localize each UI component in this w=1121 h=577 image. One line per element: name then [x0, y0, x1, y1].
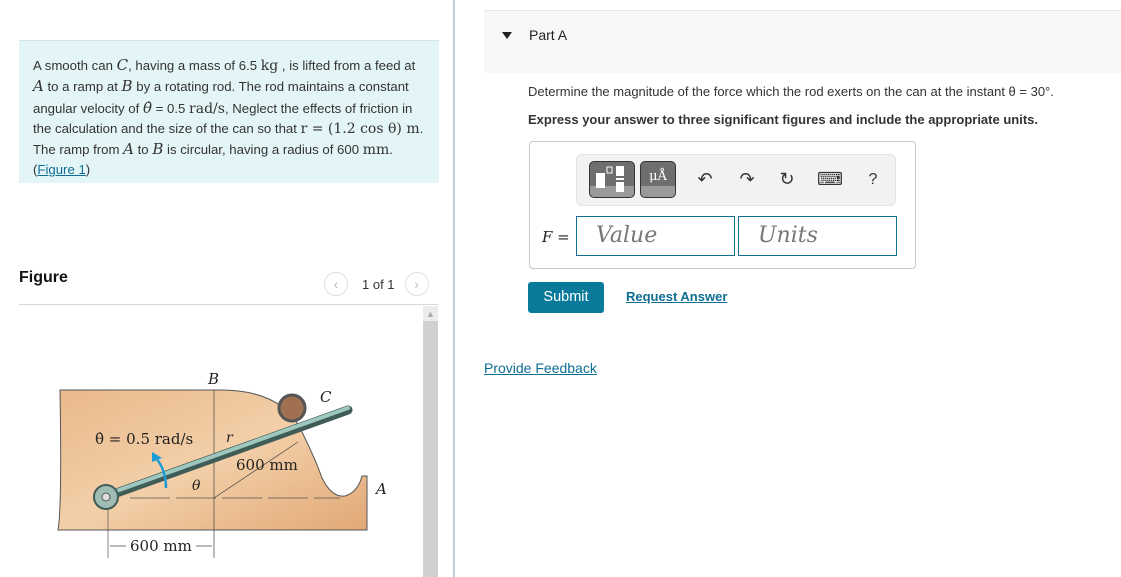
figure-pager: ‹ 1 of 1 › [324, 271, 429, 297]
can [277, 393, 307, 423]
part-a-header[interactable]: Part A [484, 10, 1121, 73]
collapse-caret-icon[interactable] [502, 32, 512, 39]
value-input[interactable]: Value [576, 216, 735, 256]
figure-page-indicator: 1 of 1 [362, 276, 395, 292]
figure-divider [19, 304, 438, 305]
label-a: A [374, 480, 387, 498]
figure-link[interactable]: Figure 1 [37, 162, 85, 177]
label-angular-velocity: θ̇ = 0.5 rad/s [95, 430, 193, 448]
label-theta: θ [192, 478, 201, 494]
label-base: 600 mm [130, 537, 192, 555]
figure-image: B C A θ̇ = 0.5 rad/s r θ 600 mm 600 mm [57, 370, 387, 558]
instruction-text: Express your answer to three significant… [528, 112, 1038, 127]
units-button[interactable]: μÅ [640, 161, 676, 198]
variable-label: F = [542, 228, 570, 246]
templates-icon [596, 166, 624, 192]
answer-toolbar: μÅ ↶ ↷ ↻ ⌨ ? [576, 154, 896, 206]
submit-button[interactable]: Submit [528, 282, 604, 313]
problem-statement: A smooth can C, having a mass of 6.5 kg … [19, 40, 439, 183]
problem-panel: A smooth can C, having a mass of 6.5 kg … [0, 0, 453, 577]
part-a-label: Part A [529, 27, 568, 43]
chevron-left-icon: ‹ [333, 276, 339, 292]
label-b: B [207, 370, 219, 388]
provide-feedback-link[interactable]: Provide Feedback [484, 360, 597, 376]
pivot-pin [101, 492, 111, 502]
figure-scrollbar[interactable]: ▲ [423, 306, 438, 577]
units-input[interactable]: Units [738, 216, 897, 256]
figure-title: Figure [19, 269, 68, 286]
label-c: C [320, 388, 332, 406]
redo-icon[interactable]: ↷ [735, 169, 759, 190]
request-answer-link[interactable]: Request Answer [626, 289, 727, 304]
prev-figure-button[interactable]: ‹ [324, 272, 348, 296]
help-icon[interactable]: ? [861, 171, 885, 189]
keyboard-icon[interactable]: ⌨ [817, 169, 843, 190]
undo-icon[interactable]: ↶ [693, 169, 717, 190]
units-icon: μÅ [649, 169, 667, 184]
chevron-right-icon: › [414, 276, 419, 292]
label-radius: 600 mm [236, 456, 298, 474]
answer-box: μÅ ↶ ↷ ↻ ⌨ ? F = Value Units [529, 141, 916, 269]
next-figure-button[interactable]: › [404, 272, 429, 296]
scroll-up-icon[interactable]: ▲ [423, 306, 438, 321]
reset-icon[interactable]: ↻ [775, 169, 799, 190]
templates-button[interactable] [589, 161, 635, 198]
question-text: Determine the magnitude of the force whi… [528, 84, 1054, 99]
panel-divider[interactable] [453, 0, 455, 577]
